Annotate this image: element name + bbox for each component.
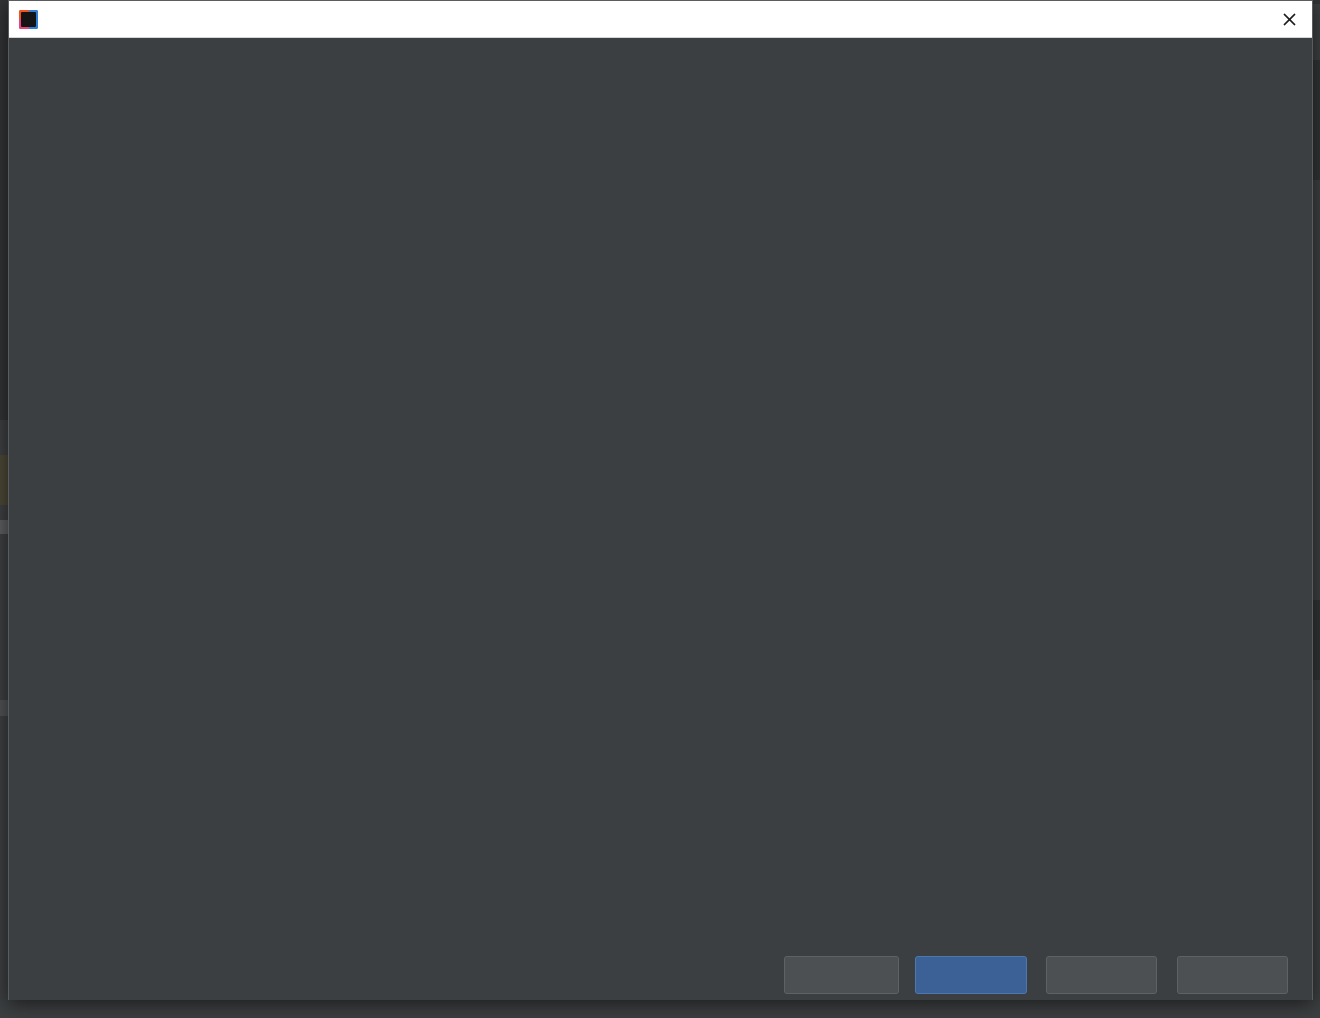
help-button[interactable] [1177,956,1288,994]
new-project-dialog [8,0,1313,1000]
dialog-button-bar [9,956,1312,1000]
bg-right-strip [1313,60,1320,180]
cancel-button[interactable] [1046,956,1157,994]
app-icon-text [21,11,36,27]
close-icon[interactable] [1274,5,1304,34]
intellij-idea-logo-icon [19,9,38,29]
dialog-body [9,38,1312,1000]
bg-panel-strip [0,0,8,60]
dialog-title-bar [9,1,1312,38]
previous-button[interactable] [784,956,899,994]
bg-right-strip-2 [1313,600,1320,680]
ide-status-bar-text [0,1001,1320,1018]
next-button[interactable] [915,956,1027,994]
